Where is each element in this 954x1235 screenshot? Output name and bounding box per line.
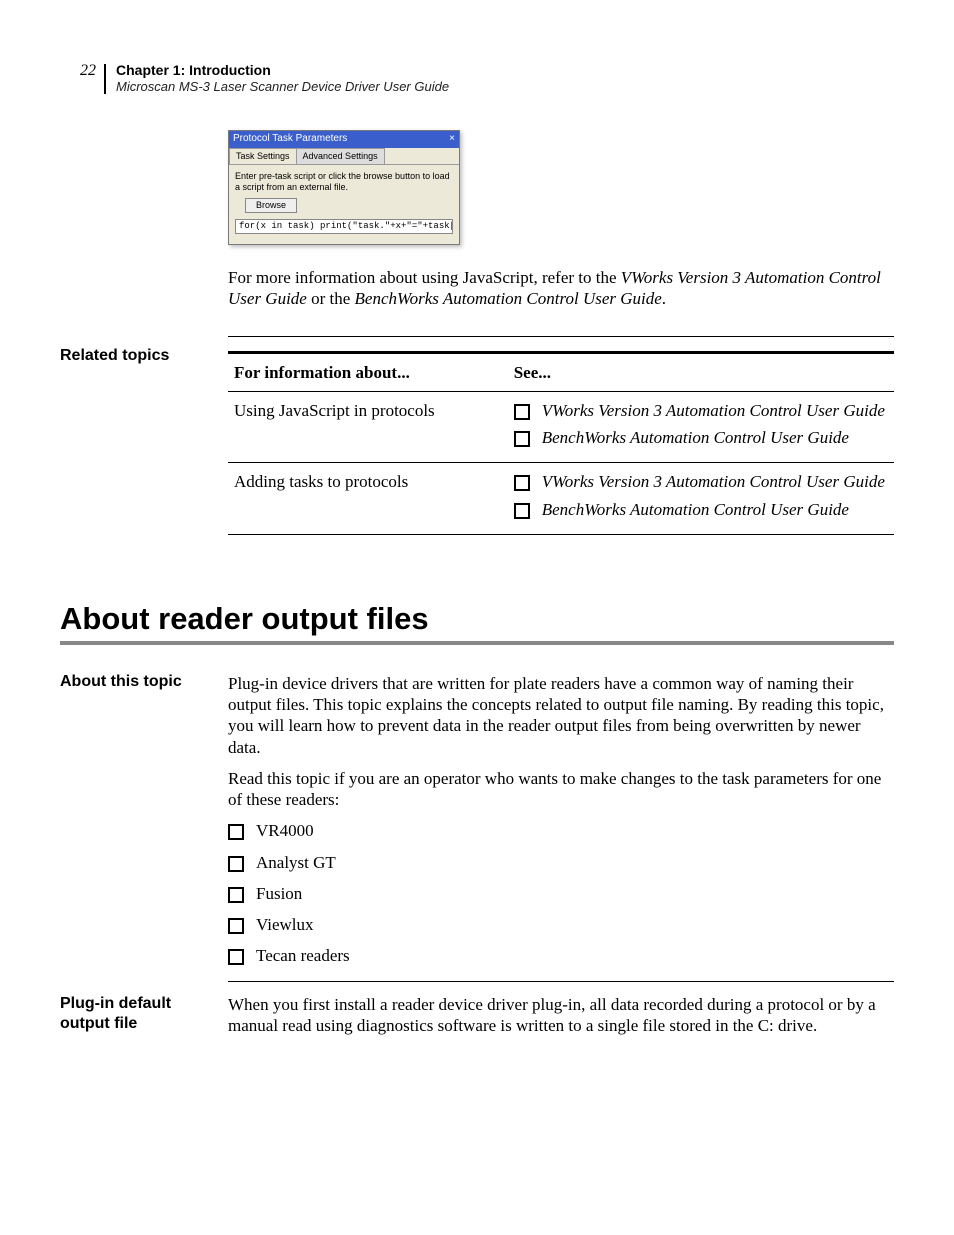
list-item: Fusion — [256, 883, 302, 904]
list-item: Analyst GT — [256, 852, 336, 873]
square-bullet-icon — [514, 475, 530, 491]
list-item: VR4000 — [256, 820, 314, 841]
sidehead-about-this-topic: About this topic — [60, 673, 228, 994]
javascript-info-paragraph: For more information about using JavaScr… — [228, 267, 894, 310]
col-about: For information about... — [228, 352, 508, 391]
about-cell: Using JavaScript in protocols — [228, 391, 508, 463]
reference-link: BenchWorks Automation Control User Guide — [542, 427, 849, 448]
divider — [228, 336, 894, 337]
sidehead-related-topics: Related topics — [60, 347, 228, 545]
section-heading: About reader output files — [60, 601, 894, 637]
reference-link: VWorks Version 3 Automation Control User… — [542, 400, 885, 421]
square-bullet-icon — [228, 918, 244, 934]
sidehead-plugin-default: Plug-in default output file — [60, 994, 228, 1047]
chapter-title: Chapter 1: Introduction — [116, 62, 449, 79]
dialog-instructions: Enter pre-task script or click the brows… — [235, 171, 453, 194]
table-row: Adding tasks to protocols VWorks Version… — [228, 463, 894, 535]
plugin-default-paragraph: When you first install a reader device d… — [228, 994, 894, 1037]
dialog-screenshot: Protocol Task Parameters × Task Settings… — [228, 130, 460, 245]
about-topic-p2: Read this topic if you are an operator w… — [228, 768, 894, 811]
tab-advanced-settings: Advanced Settings — [296, 148, 385, 164]
list-item: Viewlux — [256, 914, 314, 935]
square-bullet-icon — [514, 431, 530, 447]
reference-link: BenchWorks Automation Control User Guide — [542, 499, 849, 520]
square-bullet-icon — [514, 503, 530, 519]
section-about-reader-output-files: About reader output files — [60, 545, 894, 645]
about-cell: Adding tasks to protocols — [228, 463, 508, 535]
guide-title: Microscan MS-3 Laser Scanner Device Driv… — [116, 79, 449, 95]
divider — [228, 981, 894, 982]
square-bullet-icon — [514, 404, 530, 420]
browse-button-image: Browse — [245, 198, 297, 213]
close-icon: × — [449, 133, 455, 146]
reader-list: VR4000 Analyst GT Fusion Viewlux Tecan r… — [228, 820, 894, 966]
header-divider — [104, 64, 106, 94]
dialog-title: Protocol Task Parameters — [233, 133, 347, 146]
script-textbox-image: for(x in task) print("task."+x+"="+task[… — [235, 219, 453, 234]
list-item: Tecan readers — [256, 945, 350, 966]
square-bullet-icon — [228, 856, 244, 872]
page-header: 22 Chapter 1: Introduction Microscan MS-… — [60, 62, 894, 94]
about-topic-p1: Plug-in device drivers that are written … — [228, 673, 894, 758]
square-bullet-icon — [228, 824, 244, 840]
page-number: 22 — [60, 62, 96, 80]
col-see: See... — [508, 352, 894, 391]
square-bullet-icon — [228, 949, 244, 965]
related-topics-table: For information about... See... Using Ja… — [228, 351, 894, 535]
table-row: Using JavaScript in protocols VWorks Ver… — [228, 391, 894, 463]
reference-link: VWorks Version 3 Automation Control User… — [542, 471, 885, 492]
tab-task-settings: Task Settings — [229, 148, 297, 164]
square-bullet-icon — [228, 887, 244, 903]
section-rule — [60, 641, 894, 645]
